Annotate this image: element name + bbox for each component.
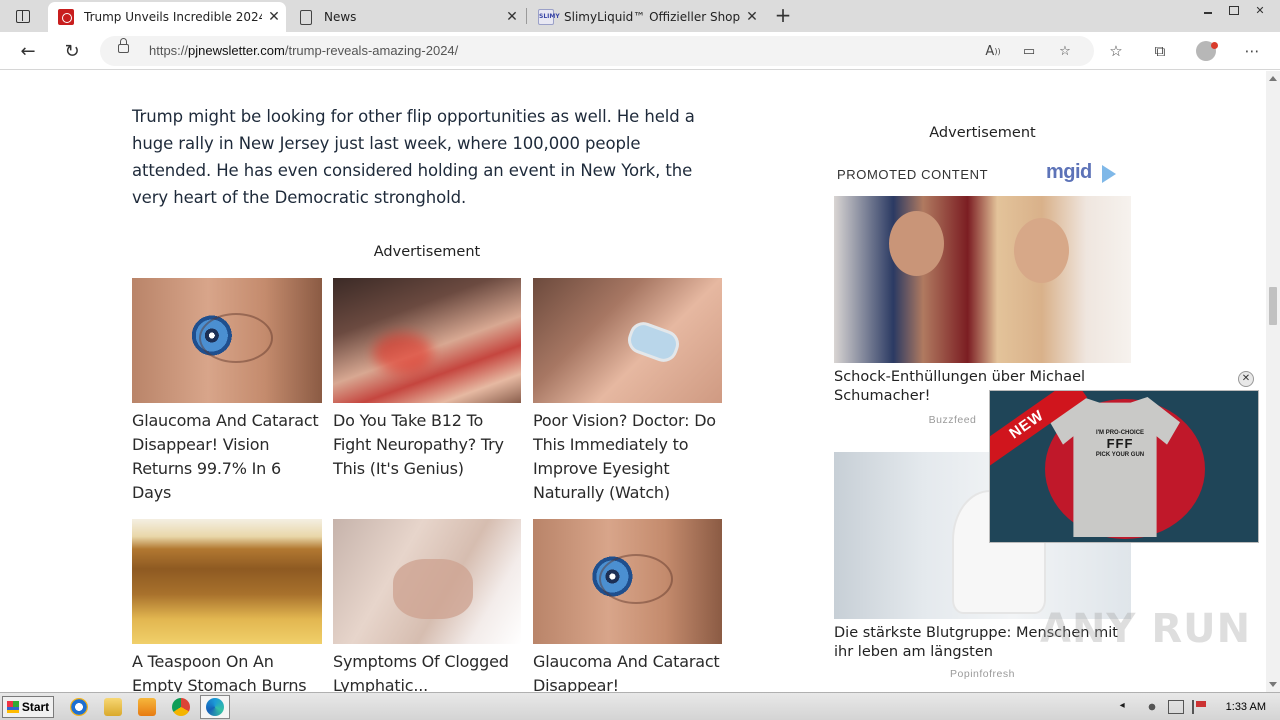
- tray-expand-icon[interactable]: ◂: [1120, 700, 1136, 714]
- ad-caption[interactable]: Poor Vision? Doctor: Do This Immediately…: [533, 409, 725, 505]
- start-label: Start: [21, 700, 50, 714]
- anyrun-watermark: ANY RUN: [1040, 606, 1252, 652]
- advertisement-label: Advertisement: [373, 244, 481, 260]
- slimy-logo-icon: SLIMY: [538, 9, 560, 25]
- article-paragraph: Trump might be looking for other flip op…: [132, 107, 695, 207]
- scroll-down-icon[interactable]: [1269, 682, 1277, 687]
- more-menu-icon[interactable]: ⋯: [1240, 40, 1264, 62]
- tshirt-line2: PICK YOUR GUN: [1095, 452, 1145, 458]
- ad-card[interactable]: A Teaspoon On An Empty Stomach Burns: [132, 519, 322, 692]
- close-tab-icon[interactable]: ✕: [500, 9, 524, 25]
- mgid-logo[interactable]: mgid: [1046, 161, 1092, 184]
- tab-article[interactable]: Trump Unveils Incredible 2024 Mo ✕: [48, 2, 286, 32]
- internet-explorer-icon[interactable]: [70, 698, 88, 716]
- window-controls: ✕: [1198, 3, 1270, 17]
- start-button[interactable]: Start: [2, 696, 54, 718]
- back-arrow-icon: ←: [20, 40, 36, 62]
- close-tab-icon[interactable]: ✕: [262, 9, 286, 25]
- url-scheme: https://: [149, 43, 189, 58]
- feet-image[interactable]: [333, 278, 521, 403]
- ad-caption[interactable]: Symptoms Of Clogged Lymphatic...: [333, 650, 521, 692]
- tab-title: Trump Unveils Incredible 2024 Mo: [84, 10, 262, 24]
- ad-card[interactable]: Do You Take B12 To Fight Neuropathy? Try…: [333, 278, 521, 481]
- url-text[interactable]: https://pjnewsletter.com/trump-reveals-a…: [149, 43, 458, 58]
- tshirt-big-text: FFF: [1106, 436, 1134, 451]
- tab-bar: Trump Unveils Incredible 2024 Mo ✕ News …: [0, 0, 1280, 32]
- file-explorer-icon[interactable]: [104, 698, 122, 716]
- system-tray: ◂ 1:33 AM: [1120, 693, 1280, 720]
- web-page: Trump might be looking for other flip op…: [0, 71, 1266, 692]
- eye-image[interactable]: [132, 278, 322, 403]
- adchoices-icon[interactable]: [1102, 165, 1116, 183]
- tab-separator: [526, 8, 527, 24]
- network-icon[interactable]: [1167, 700, 1184, 714]
- floating-video-ad[interactable]: I'M PRO-CHOICE FFF PICK YOUR GUN NEW: [989, 390, 1259, 543]
- url-path: /trump-reveals-amazing-2024/: [284, 43, 459, 58]
- taskbar-active-app[interactable]: [200, 695, 230, 719]
- media-player-icon[interactable]: [138, 698, 156, 716]
- ad-caption[interactable]: Do You Take B12 To Fight Neuropathy? Try…: [333, 409, 521, 481]
- ad-card[interactable]: Glaucoma And Cataract Disappear!: [533, 519, 723, 692]
- ad-caption[interactable]: Glaucoma And Cataract Disappear!: [533, 650, 723, 692]
- tab-title: SlimyLiquid™ Offizieller Shop - Sl: [564, 10, 740, 24]
- profile-button[interactable]: [1194, 40, 1218, 62]
- tab-slimyliquid[interactable]: SLIMY SlimyLiquid™ Offizieller Shop - Sl…: [528, 2, 764, 32]
- windows-logo-icon: [6, 701, 19, 713]
- ad-caption[interactable]: Glaucoma And Cataract Disappear! Vision …: [132, 409, 322, 505]
- tab-actions-button[interactable]: [8, 5, 38, 27]
- back-button[interactable]: ←: [14, 38, 42, 64]
- lock-icon[interactable]: [118, 38, 129, 53]
- add-favorite-icon[interactable]: ☆: [1054, 41, 1076, 61]
- address-bar[interactable]: https://pjnewsletter.com/trump-reveals-a…: [100, 36, 1094, 66]
- page-scrollbar[interactable]: [1266, 71, 1280, 692]
- knee-image[interactable]: [333, 519, 521, 644]
- favorites-icon[interactable]: ☆: [1104, 40, 1128, 62]
- close-tab-icon[interactable]: ✕: [740, 9, 764, 25]
- new-tab-button[interactable]: +: [772, 4, 794, 26]
- tab-title: News: [324, 10, 357, 24]
- refresh-icon: ↻: [64, 40, 80, 62]
- sidebar-advertisement-label: Advertisement: [929, 125, 1036, 141]
- immersive-reader-icon[interactable]: ▭: [1018, 41, 1040, 61]
- collections-icon[interactable]: ⧉: [1148, 40, 1172, 62]
- ad-caption[interactable]: A Teaspoon On An Empty Stomach Burns: [132, 650, 322, 692]
- url-host: pjnewsletter.com: [188, 43, 285, 58]
- taskbar: Start ◂ 1:33 AM: [0, 692, 1280, 720]
- volume-icon[interactable]: [1143, 700, 1160, 714]
- tab-actions-icon: [16, 9, 30, 23]
- news-logo-icon: [58, 9, 74, 25]
- ad-card[interactable]: Glaucoma And Cataract Disappear! Vision …: [132, 278, 322, 505]
- clock[interactable]: 1:33 AM: [1226, 701, 1266, 713]
- face-image[interactable]: [533, 278, 722, 403]
- read-aloud-icon[interactable]: A)): [982, 41, 1004, 61]
- promoted-source: Popinfofresh: [950, 668, 1015, 680]
- promoted-content-label: PROMOTED CONTENT: [837, 167, 989, 182]
- document-icon: [300, 9, 312, 25]
- navigation-bar: ← ↻ https://pjnewsletter.com/trump-revea…: [0, 32, 1280, 70]
- refresh-button[interactable]: ↻: [58, 38, 86, 64]
- crowd-image[interactable]: [834, 196, 1131, 363]
- avatar: [1196, 41, 1218, 61]
- minimize-button[interactable]: [1198, 3, 1218, 17]
- eye-image[interactable]: [533, 519, 722, 644]
- ad-card[interactable]: Symptoms Of Clogged Lymphatic...: [333, 519, 521, 692]
- action-center-flag-icon[interactable]: [1191, 700, 1208, 714]
- maximize-button[interactable]: [1224, 3, 1244, 17]
- scrollbar-thumb[interactable]: [1269, 287, 1277, 325]
- tshirt-print: I'M PRO-CHOICE FFF PICK YOUR GUN: [1085, 429, 1155, 459]
- beer-image[interactable]: [132, 519, 322, 644]
- tab-news[interactable]: News ✕: [288, 2, 524, 32]
- edge-icon: [206, 698, 224, 716]
- scroll-up-icon[interactable]: [1269, 76, 1277, 81]
- ad-card[interactable]: Poor Vision? Doctor: Do This Immediately…: [533, 278, 725, 505]
- close-video-ad-button[interactable]: ✕: [1238, 371, 1254, 387]
- chrome-icon[interactable]: [172, 698, 190, 716]
- close-window-button[interactable]: ✕: [1250, 3, 1270, 17]
